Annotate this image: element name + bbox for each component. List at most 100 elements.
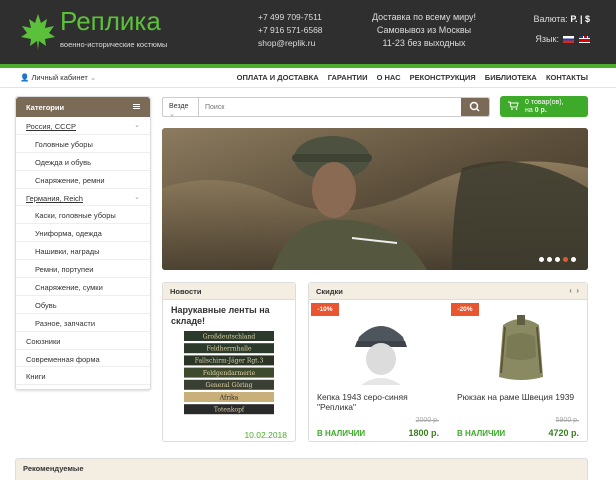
search-icon — [469, 101, 480, 112]
delivery-line-1: Доставка по всему миру! — [371, 12, 477, 22]
menu-icon[interactable] — [133, 104, 140, 109]
category-title: Категории — [26, 103, 65, 112]
chevron-down-icon[interactable]: ⌄ — [134, 121, 140, 129]
category-item[interactable]: Каски, головные уборы — [16, 206, 150, 225]
discount-badge: -10% — [311, 303, 339, 316]
arrow-right-icon[interactable]: › — [576, 286, 579, 295]
language-label: Язык: — [535, 34, 559, 44]
category-item[interactable]: Россия, СССР ⌄ — [16, 117, 150, 135]
category-label: Россия, СССР — [26, 122, 77, 131]
slider-dot[interactable] — [571, 257, 576, 262]
cuff-title-text: Totenkopf — [214, 407, 245, 414]
product-name[interactable]: Кепка 1943 серо-синяя "Реплика" — [317, 392, 445, 412]
carousel-arrows[interactable]: ‹ › — [569, 286, 579, 295]
account-label: Личный кабинет — [31, 73, 88, 82]
delivery-line-3: 11-23 без выходных — [382, 38, 466, 48]
user-icon: 👤 — [20, 73, 30, 82]
sales-header: Скидки ‹ › — [309, 283, 587, 300]
category-item[interactable]: Современная форма — [16, 350, 150, 368]
chevron-down-icon: ⌄ — [169, 111, 175, 118]
contact-block: +7 499 709-7511 +7 916 571-6568 shop@rep… — [258, 11, 323, 50]
category-sidebar: Категории Россия, СССР ⌄ Головные уборы Оде… — [15, 96, 151, 390]
delivery-info: Доставка по всему миру! Самовывоз из Мос… — [360, 11, 488, 50]
currency-switcher[interactable]: Валюта: Р. | $ — [506, 14, 590, 24]
category-item[interactable]: Нашивки, награды — [16, 242, 150, 261]
main-nav: ОПЛАТА И ДОСТАВКА ГАРАНТИИ О НАС РЕКОНСТ… — [230, 73, 588, 82]
uk-flag-icon[interactable] — [579, 36, 590, 44]
language-switcher[interactable]: Язык: — [506, 34, 590, 44]
account-menu[interactable]: 👤 Личный кабинет ⌄ — [20, 73, 96, 82]
phone-2[interactable]: +7 916 571-6568 — [258, 24, 323, 37]
search-button[interactable] — [461, 98, 489, 116]
product-name[interactable]: Рюкзак на раме Швеция 1939 — [457, 392, 585, 402]
product-image-backpack[interactable] — [481, 307, 561, 385]
category-item[interactable]: Разное, запчасти — [16, 314, 150, 332]
product-card[interactable]: -20% Рюкзак на раме Швеция 1939 5900 р. … — [451, 301, 589, 441]
search-scope-select[interactable]: Везде ⌄ — [163, 98, 199, 118]
nav-payment-delivery[interactable]: ОПЛАТА И ДОСТАВКА — [237, 73, 319, 82]
category-item[interactable]: Униформа, одежда — [16, 224, 150, 243]
cart-button[interactable]: 0 товар(ов), на 0 р. — [500, 96, 588, 117]
category-item[interactable]: Снаряжение, ремни — [16, 171, 150, 189]
old-price: 5900 р. — [555, 417, 579, 424]
category-item[interactable]: Снаряжение, сумки — [16, 278, 150, 296]
category-item[interactable]: Ремни, портупеи — [16, 260, 150, 279]
arrow-left-icon[interactable]: ‹ — [569, 286, 572, 295]
category-label: Германия, Reich — [26, 193, 83, 203]
stock-status: В НАЛИЧИИ — [457, 429, 506, 438]
category-label: Снаряжение, сумки — [35, 283, 103, 293]
nav-library[interactable]: БИБЛИОТЕКА — [485, 73, 537, 82]
news-header: Новости — [163, 283, 295, 300]
category-header[interactable]: Категории — [16, 97, 150, 117]
slider-dots — [536, 257, 576, 264]
news-image[interactable]: Großdeutschland Feldherrnhalle Fallschirm-… — [184, 329, 274, 417]
currency-label: Валюта: — [533, 14, 568, 24]
category-label: Нашивки, награды — [35, 247, 100, 257]
search-bar: Везде ⌄ — [162, 97, 490, 118]
slider-dot[interactable] — [563, 257, 568, 262]
email-link[interactable]: shop@replik.ru — [258, 37, 323, 50]
cuff-title-text: Feldherrnhalle — [207, 346, 252, 353]
nav-reconstruction[interactable]: РЕКОНСТРУКЦИЯ — [410, 73, 476, 82]
category-item[interactable]: Книги — [16, 367, 150, 386]
hero-banner[interactable] — [162, 128, 588, 270]
stock-status: В НАЛИЧИИ — [317, 429, 366, 438]
product-card[interactable]: -10% Кепка 1943 серо-синяя "Реплика" 200… — [311, 301, 449, 441]
cart-total: 0 р. — [534, 107, 547, 114]
category-item[interactable]: Головные уборы — [16, 135, 150, 153]
cart-icon — [508, 101, 519, 110]
category-item[interactable]: Обувь — [16, 296, 150, 314]
cuff-title-text: Afrika — [219, 394, 239, 401]
category-item[interactable]: Союзники — [16, 332, 150, 350]
search-input[interactable] — [201, 99, 461, 115]
russian-flag-icon[interactable] — [563, 36, 575, 44]
maple-leaf-logo-icon[interactable] — [20, 12, 56, 52]
logo-title[interactable]: Реплика — [60, 6, 161, 36]
chevron-down-icon[interactable]: ⌄ — [134, 193, 140, 201]
category-label: Обувь — [35, 300, 57, 310]
slider-dot[interactable] — [547, 257, 552, 262]
slider-dot[interactable] — [555, 257, 560, 262]
cuff-title-text: Großdeutschland — [203, 333, 256, 340]
news-date: 10.02.2018 — [244, 430, 287, 440]
product-price: 4720 р. — [548, 428, 579, 438]
product-image-cap[interactable] — [341, 307, 421, 385]
nav-guarantees[interactable]: ГАРАНТИИ — [328, 73, 368, 82]
slider-dot[interactable] — [539, 257, 544, 262]
nav-contacts[interactable]: КОНТАКТЫ — [546, 73, 588, 82]
discount-badge: -20% — [451, 303, 479, 316]
cuff-title-text: Fallschirm-Jäger Rgt.3 — [195, 358, 264, 365]
category-label: Одежда и обувь — [35, 157, 91, 167]
news-item-title[interactable]: Нарукавные ленты на складе! — [171, 305, 289, 327]
currency-options[interactable]: Р. | $ — [570, 14, 590, 24]
category-item[interactable]: Одежда и обувь — [16, 153, 150, 171]
chevron-down-icon: ⌄ — [89, 73, 97, 82]
phone-1[interactable]: +7 499 709-7511 — [258, 11, 323, 24]
cuff-title-text: General Göring — [206, 382, 253, 389]
category-item[interactable]: Германия, Reich ⌄ — [16, 189, 150, 207]
delivery-line-2: Самовывоз из Москвы — [376, 25, 472, 35]
cuff-title-text: Feldgendarmerie — [203, 370, 256, 377]
category-label: Современная форма — [26, 354, 100, 364]
sales-panel: Скидки ‹ › -10% Кепка 1943 серо-синяя "Р… — [308, 282, 588, 442]
nav-about[interactable]: О НАС — [377, 73, 401, 82]
